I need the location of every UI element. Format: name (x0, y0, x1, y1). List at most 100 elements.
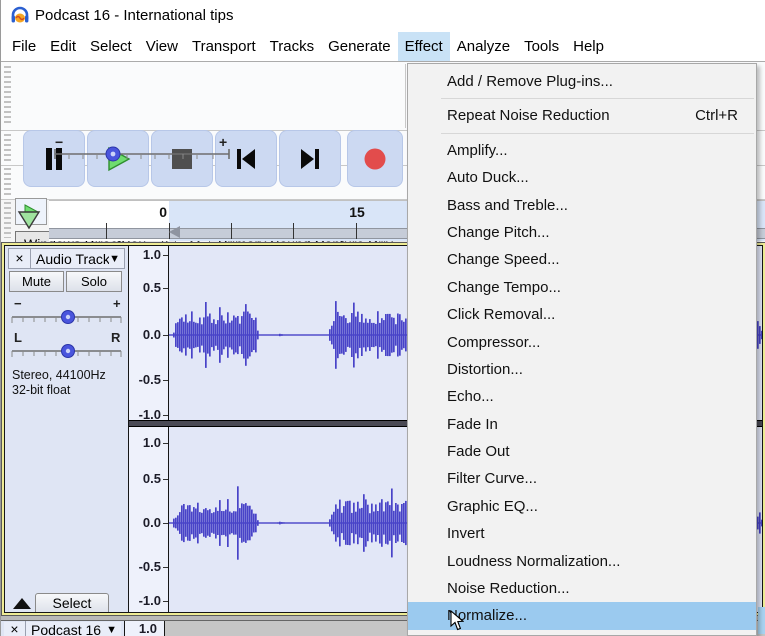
menu-item-change-speed[interactable]: Change Speed... (408, 246, 756, 273)
gain-minus-label: − (14, 296, 22, 311)
mouse-cursor (450, 610, 464, 631)
menu-item-fade-in[interactable]: Fade In (408, 411, 756, 438)
menu-item-fade-out[interactable]: Fade Out (408, 438, 756, 465)
window-title: Podcast 16 - International tips (35, 7, 233, 24)
skip-to-end-icon (297, 146, 323, 172)
mute-button[interactable]: Mute (9, 271, 64, 292)
transport-toolbar-grip[interactable] (4, 66, 11, 126)
menu-item-compressor[interactable]: Compressor... (408, 329, 756, 356)
menu-item-click-removal[interactable]: Click Removal... (408, 301, 756, 328)
timeline-label-15: 15 (346, 204, 368, 220)
track-menu-caret-icon[interactable]: ▼ (109, 253, 124, 265)
collapse-track-button[interactable] (13, 598, 31, 609)
menu-item-label: Loudness Normalization... (447, 553, 620, 570)
menu-item-label: Change Tempo... (447, 279, 561, 296)
vertical-scale-ruler-ch2[interactable]: 1.00.50.0-0.5-1.0 (129, 427, 168, 612)
menubar-analyze[interactable]: Analyze (450, 32, 517, 61)
track-header: × Audio Track ▼ (8, 248, 125, 269)
toolbar-divider (405, 64, 406, 128)
menubar-file[interactable]: File (5, 32, 43, 61)
timeline-grip[interactable] (4, 202, 11, 238)
menu-item-label: Add / Remove Plug-ins... (447, 73, 613, 90)
track2-menu-caret-icon[interactable]: ▼ (106, 624, 121, 636)
device-toolbar-grip[interactable] (4, 168, 11, 196)
menu-item-change-pitch[interactable]: Change Pitch... (408, 219, 756, 246)
track-close-button[interactable]: × (9, 249, 31, 268)
menu-item-shortcut: Ctrl+R (695, 102, 738, 129)
menu-item-repeat-noise-reduction[interactable]: Repeat Noise Reduction Ctrl+R (408, 102, 756, 129)
menu-item-echo[interactable]: Echo... (408, 383, 756, 410)
vertical-scale-ruler-ch1[interactable]: 1.00.50.0-0.5-1.0 (129, 246, 168, 420)
scrollbar-thumb-fragment[interactable] (758, 607, 765, 634)
track2-close-button[interactable]: × (4, 620, 26, 636)
menu-item-label: Invert (447, 525, 485, 542)
skip-to-end-button[interactable] (279, 130, 341, 187)
menubar-tracks[interactable]: Tracks (263, 32, 321, 61)
menu-item-label: Echo... (447, 388, 494, 405)
ruler-label-0.5: 0.5 (143, 471, 161, 486)
solo-button[interactable]: Solo (66, 271, 122, 292)
vertical-scale-ruler-track2: 1.0 (125, 621, 164, 636)
menubar-edit[interactable]: Edit (43, 32, 83, 61)
ruler-label-0.5: 0.5 (143, 280, 161, 295)
select-button[interactable]: Select (35, 593, 109, 613)
playhead-pointer-icon[interactable] (169, 226, 180, 238)
play-speed-toolbar-grip[interactable] (4, 134, 11, 162)
skip-to-start-icon (233, 146, 259, 172)
menu-item-label: Repeat Noise Reduction (447, 107, 610, 124)
menu-item-distortion[interactable]: Distortion... (408, 356, 756, 383)
menubar-help[interactable]: Help (566, 32, 611, 61)
timeline-tick (231, 223, 232, 239)
menu-item-label: Compressor... (447, 334, 540, 351)
menu-item-label: Change Speed... (447, 251, 560, 268)
track-title-menu[interactable]: Audio Track (31, 251, 109, 267)
menu-item-label: Distortion... (447, 361, 523, 378)
pan-right-label: R (111, 330, 120, 345)
title-bar: Podcast 16 - International tips (1, 0, 765, 32)
timeline-tick (106, 223, 107, 239)
track2-title-menu[interactable]: Podcast 16 (26, 622, 106, 636)
menu-item-label: Graphic EQ... (447, 498, 538, 515)
menu-item-label: Fade In (447, 416, 498, 433)
menubar-generate[interactable]: Generate (321, 32, 398, 61)
menu-item-label: Noise Reduction... (447, 580, 570, 597)
menu-item-auto-duck[interactable]: Auto Duck... (408, 164, 756, 191)
menu-item-label: Bass and Treble... (447, 197, 568, 214)
menu-item-filter-curve[interactable]: Filter Curve... (408, 465, 756, 492)
gain-slider[interactable] (10, 310, 123, 328)
track2-header: × Podcast 16 ▼ (4, 622, 121, 636)
timeline-pin-button[interactable] (13, 202, 45, 238)
track-control-panel: × Audio Track ▼ Mute Solo − + (5, 246, 128, 612)
ruler-label-0.0: 0.0 (143, 327, 161, 342)
menu-item-graphic-eq[interactable]: Graphic EQ... (408, 493, 756, 520)
audacity-logo-icon (10, 6, 30, 26)
ruler-label: 1.0 (139, 621, 157, 636)
menu-item-add-remove-plug-ins[interactable]: Add / Remove Plug-ins... (408, 68, 756, 95)
menubar-transport[interactable]: Transport (185, 32, 263, 61)
pan-slider[interactable] (10, 344, 123, 362)
play-speed-slider[interactable] (53, 146, 233, 164)
record-button[interactable] (347, 130, 403, 187)
timeline-tick (356, 223, 357, 239)
menu-item-change-tempo[interactable]: Change Tempo... (408, 274, 756, 301)
menu-item-bass-and-treble[interactable]: Bass and Treble... (408, 192, 756, 219)
menu-item-noise-reduction[interactable]: Noise Reduction... (408, 575, 756, 602)
menu-item-label: Amplify... (447, 142, 508, 159)
gain-plus-label: + (113, 296, 121, 311)
menubar-view[interactable]: View (139, 32, 185, 61)
ruler-label-1.0: 1.0 (143, 247, 161, 262)
menu-item-label: Click Removal... (447, 306, 555, 323)
menubar-tools[interactable]: Tools (517, 32, 566, 61)
audacity-window: Podcast 16 - International tips FileEdit… (0, 0, 765, 636)
menu-item-invert[interactable]: Invert (408, 520, 756, 547)
ruler-label--1.0: -1.0 (139, 593, 161, 608)
menu-item-label: Filter Curve... (447, 470, 537, 487)
menubar-effect[interactable]: Effect (398, 32, 450, 61)
menu-item-amplify[interactable]: Amplify... (408, 137, 756, 164)
menu-item-label: Auto Duck... (447, 169, 529, 186)
menubar-select[interactable]: Select (83, 32, 139, 61)
pan-left-label: L (14, 330, 22, 345)
timeline-tick (293, 223, 294, 239)
menu-item-loudness-normalization[interactable]: Loudness Normalization... (408, 548, 756, 575)
timeline-label-0: 0 (155, 204, 167, 220)
